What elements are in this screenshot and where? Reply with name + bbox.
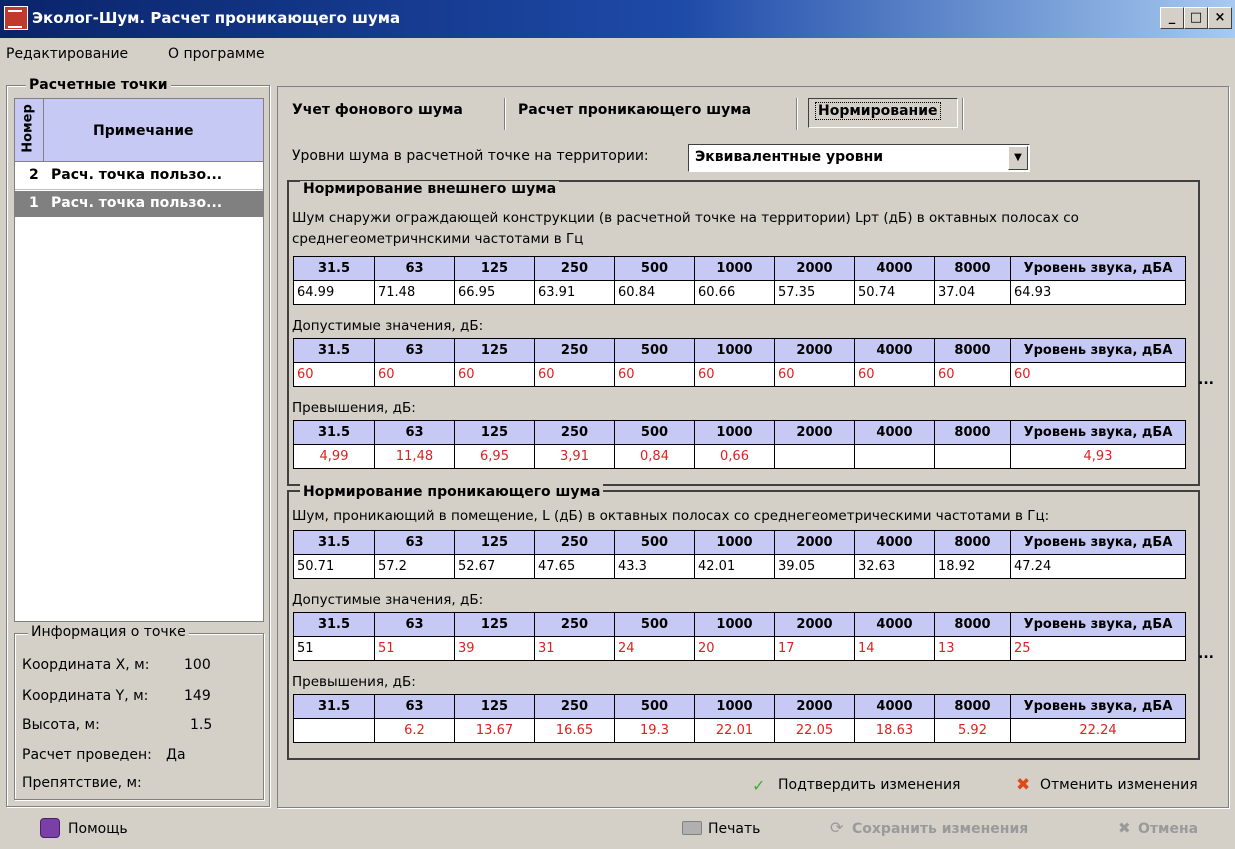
table-header-row: 31.5 63 125 250 500 1000 2000 4000 8000 Уровень з… <box>293 694 1186 719</box>
table-header-row: 31.5 63 125 250 500 1000 2000 4000 8000 Уровень з… <box>293 256 1186 281</box>
book-icon <box>40 818 60 838</box>
external-more-button[interactable]: ... <box>1198 372 1214 388</box>
penetrating-allowed-label: Допустимые значения, дБ: <box>292 592 484 608</box>
maximize-button[interactable]: □ <box>1184 7 1208 29</box>
table-header-row: 31.5 63 125 250 500 1000 2000 4000 8000 Уровень з… <box>293 420 1186 445</box>
window-title: Эколог-Шум. Расчет проникающего шума <box>32 9 401 27</box>
external-description-1: Шум снаружи ограждающей конструкции (в р… <box>292 210 1079 226</box>
table-row[interactable]: 60 60 60 60 60 60 60 60 60 60 <box>293 362 1186 387</box>
tab-separator <box>796 98 797 130</box>
title-bar: Эколог-Шум. Расчет проникающего шума _ □… <box>0 0 1235 38</box>
chevron-down-icon[interactable]: ▼ <box>1008 146 1028 170</box>
checkmark-icon: ✓ <box>752 776 766 795</box>
table-row: 6.2 13.67 16.65 19.3 22.01 22.05 18.63 5.92 22.2… <box>293 718 1186 743</box>
close-icon: ✖ <box>1118 819 1131 837</box>
app-icon <box>4 6 28 30</box>
height-value: 1.5 <box>190 717 213 733</box>
points-list[interactable]: Номер Примечание 2 Расч. точка пользо...… <box>14 98 264 622</box>
x-label: Координата X, м: <box>22 657 150 673</box>
height-label: Высота, м: <box>22 717 100 733</box>
minimize-button[interactable]: _ <box>1160 7 1184 29</box>
column-note[interactable]: Примечание <box>93 123 194 139</box>
y-value: 149 <box>184 688 211 704</box>
tab-separator <box>504 98 505 130</box>
menu-about[interactable]: О программе <box>168 46 265 62</box>
table-header-row: 31.5 63 125 250 500 1000 2000 4000 8000 Уровень з… <box>293 612 1186 637</box>
penetrating-excess-label: Превышения, дБ: <box>292 674 416 690</box>
save-icon: ⟳ <box>830 818 844 837</box>
table-row: 4,99 11,48 6,95 3,91 0,84 0,66 4,93 <box>293 444 1186 469</box>
penetrating-allowed-table[interactable]: 31.5 63 125 250 500 1000 2000 4000 8000 Уровень з… <box>293 612 1186 661</box>
external-excess-table: 31.5 63 125 250 500 1000 2000 4000 8000 Уровень з… <box>293 420 1186 469</box>
table-row: 50.71 57.2 52.67 47.65 43.3 42.01 39.05 32.63 18… <box>293 554 1186 579</box>
points-header: Номер Примечание <box>15 99 263 162</box>
column-number[interactable]: Номер <box>21 104 36 154</box>
external-noise-title: Нормирование внешнего шума <box>300 181 560 197</box>
tab-background-noise[interactable]: Учет фонового шума <box>292 102 463 118</box>
x-value: 100 <box>184 657 211 673</box>
list-item-selected[interactable]: 1 Расч. точка пользо... <box>15 191 263 217</box>
penetrating-values-table: 31.5 63 125 250 500 1000 2000 4000 8000 Уровень з… <box>293 530 1186 579</box>
tab-normalization[interactable]: Нормирование <box>808 98 958 128</box>
external-excess-label: Превышения, дБ: <box>292 400 416 416</box>
y-label: Координата Y, м: <box>22 688 149 704</box>
calc-done-label: Расчет проведен: <box>22 747 152 763</box>
close-button[interactable]: × <box>1208 7 1232 29</box>
levels-label: Уровни шума в расчетной точке на террито… <box>292 148 649 164</box>
external-allowed-table[interactable]: 31.5 63 125 250 500 1000 2000 4000 8000 Уровень з… <box>293 338 1186 387</box>
tab-penetrating-calc[interactable]: Расчет проникающего шума <box>518 102 751 118</box>
cross-icon: ✖ <box>1016 775 1031 795</box>
tab-separator <box>962 98 963 130</box>
penetrating-more-button[interactable]: ... <box>1198 646 1214 662</box>
penetrating-excess-table: 31.5 63 125 250 500 1000 2000 4000 8000 Уровень з… <box>293 694 1186 743</box>
table-header-row: 31.5 63 125 250 500 1000 2000 4000 8000 Уровень з… <box>293 530 1186 555</box>
penetrating-description: Шум, проникающий в помещение, L (дБ) в о… <box>292 508 1050 524</box>
penetrating-noise-title: Нормирование проникающего шума <box>300 484 604 500</box>
table-header-row: 31.5 63 125 250 500 1000 2000 4000 8000 Уровень з… <box>293 338 1186 363</box>
table-row: 64.99 71.48 66.95 63.91 60.84 60.66 57.35 50.74… <box>293 280 1186 305</box>
calc-done-value: Да <box>166 747 186 763</box>
table-row[interactable]: 51 51 39 31 24 20 17 14 13 25 <box>293 636 1186 661</box>
menu-edit[interactable]: Редактирование <box>6 46 128 62</box>
external-description-2: среднегеометричнскими частотами в Гц <box>292 231 584 247</box>
levels-select[interactable]: Эквивалентные уровни ▼ <box>688 144 1030 172</box>
external-allowed-label: Допустимые значения, дБ: <box>292 318 484 334</box>
list-item[interactable]: 2 Расч. точка пользо... <box>15 163 263 190</box>
calc-points-title: Расчетные точки <box>26 77 171 93</box>
external-values-table: 31.5 63 125 250 500 1000 2000 4000 8000 Уровень з… <box>293 256 1186 305</box>
obstacle-label: Препятствие, м: <box>22 775 142 791</box>
printer-icon <box>682 821 702 835</box>
point-info-title: Информация о точке <box>28 624 189 640</box>
